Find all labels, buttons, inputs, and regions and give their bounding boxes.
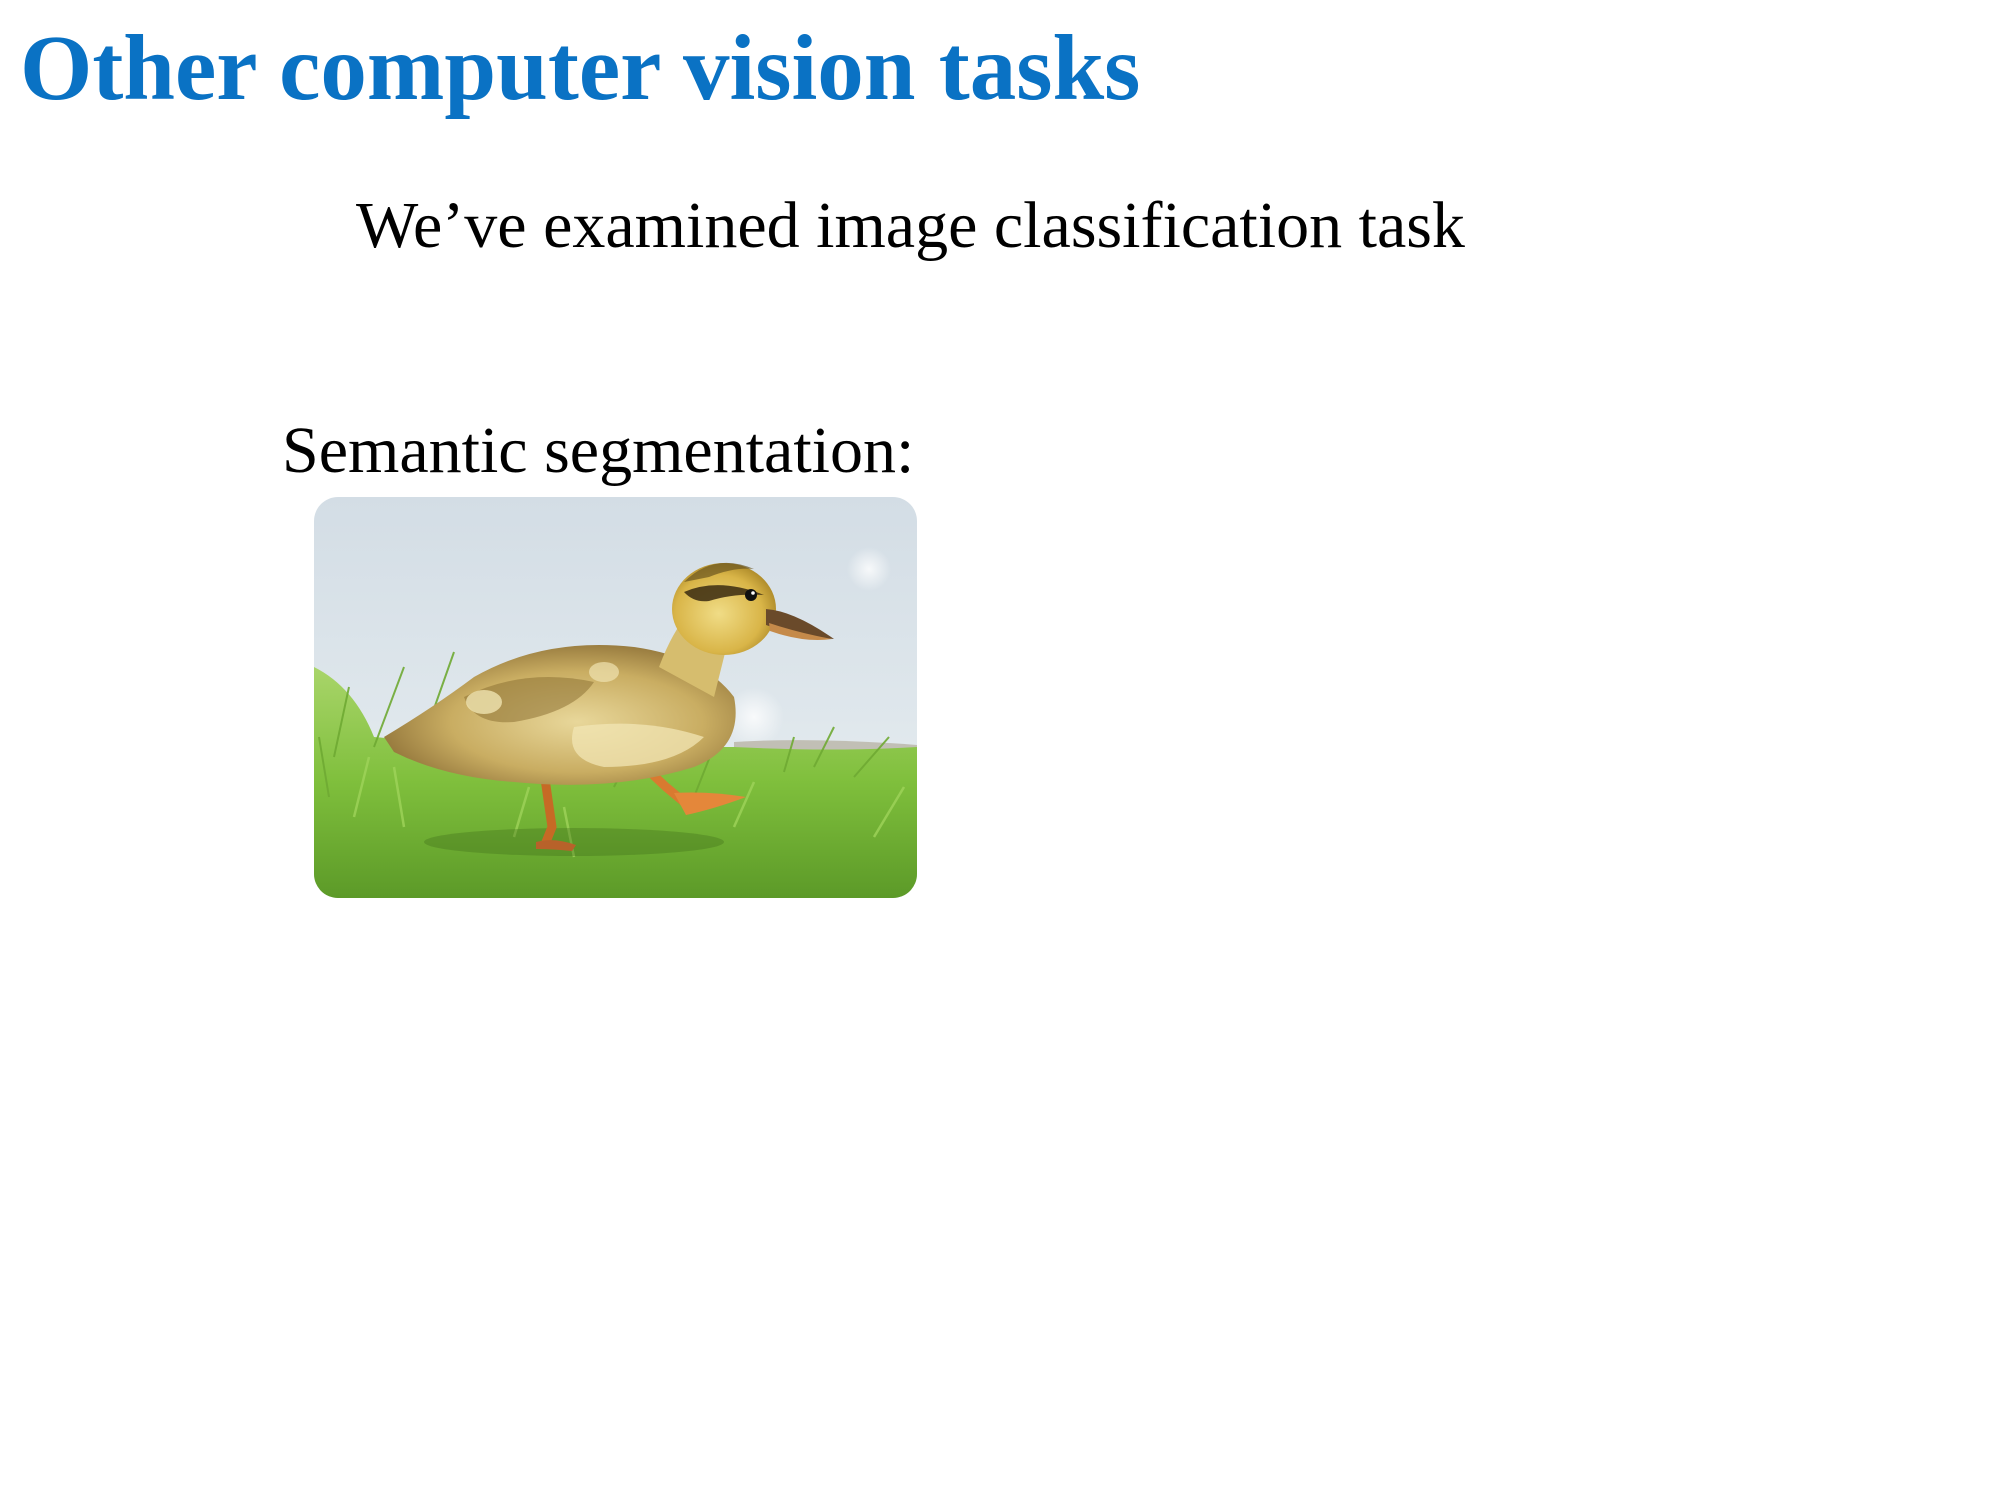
slide-title: Other computer vision tasks xyxy=(20,17,1141,120)
intro-text: We’ve examined image classification task xyxy=(356,189,1465,262)
duckling-illustration xyxy=(314,497,917,898)
duckling-head xyxy=(672,563,776,655)
semantic-segmentation-label: Semantic segmentation: xyxy=(282,414,915,487)
duckling-photo xyxy=(314,497,917,898)
slide: Other computer vision tasks We’ve examin… xyxy=(0,0,2000,1500)
